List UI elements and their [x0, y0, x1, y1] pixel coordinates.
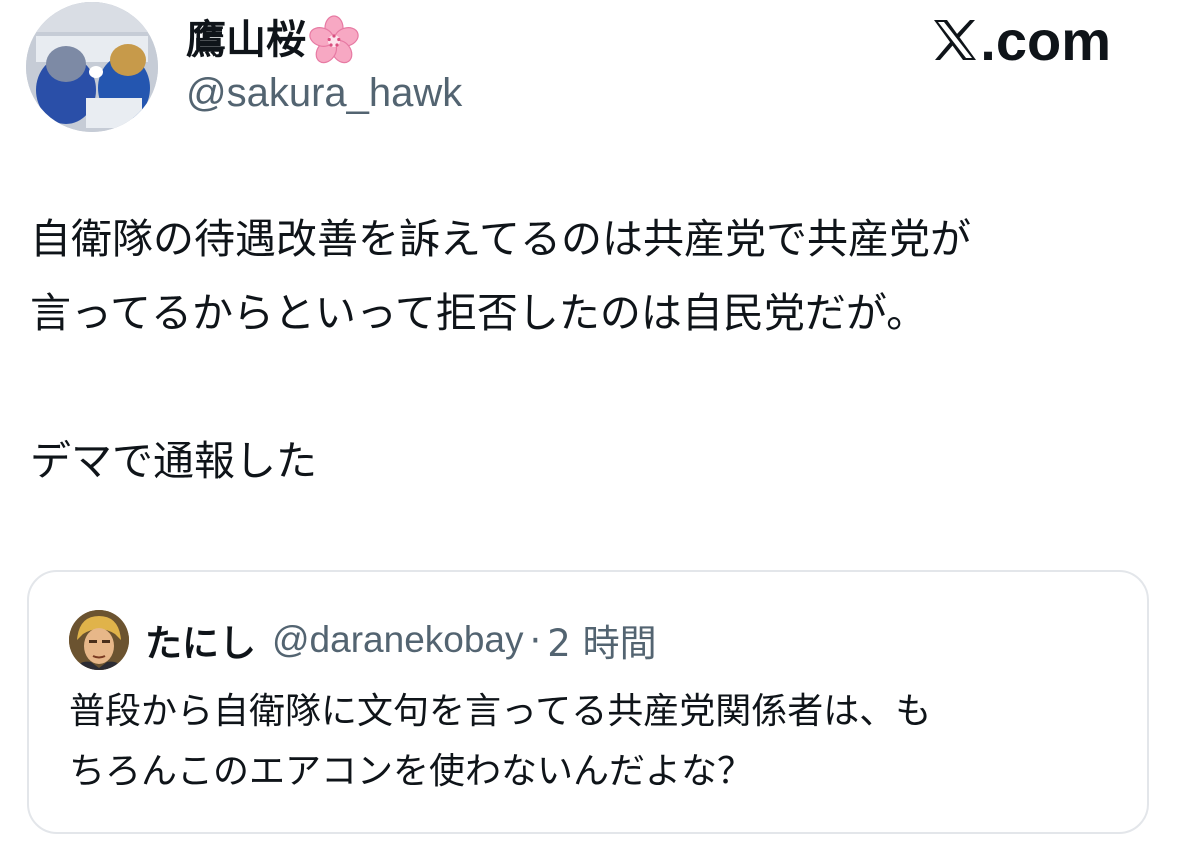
quoted-post-text: 普段から自衛隊に文句を言ってる共産党関係者は、も ちろんこのエアコンを使わないん…	[69, 682, 1129, 802]
avatar-image	[26, 2, 158, 132]
quoted-display-name[interactable]: たにし	[145, 613, 256, 667]
quoted-user-handle[interactable]: @daranekobay	[272, 619, 524, 661]
display-name-text: 鷹山桜	[186, 17, 306, 63]
post-text-line: 自衛隊の待遇改善を訴えてるのは共産党で共産党が	[30, 215, 971, 263]
display-name[interactable]: 鷹山桜	[186, 14, 360, 66]
x-logo-icon	[934, 20, 977, 60]
quoted-text-line: ちろんこのエアコンを使わないんだよな？	[69, 751, 754, 792]
quoted-post-header: たにし @daranekobay · 2 時間	[145, 614, 657, 666]
user-handle[interactable]: @sakura_hawk	[186, 68, 462, 118]
quoted-post-timestamp[interactable]: 2 時間	[547, 613, 656, 667]
post-text-line: デマで通報した	[30, 437, 317, 485]
post-text: 自衛隊の待遇改善を訴えてるのは共産党で共産党が 言ってるからといって拒否したのは…	[30, 202, 1150, 498]
cherry-blossom-icon	[309, 15, 359, 64]
brand-watermark: .com	[932, 8, 1111, 72]
quoted-text-line: 普段から自衛隊に文句を言ってる共産党関係者は、も	[69, 691, 932, 732]
quoted-post-card[interactable]: たにし @daranekobay · 2 時間 普段から自衛隊に文句を言ってる共…	[27, 570, 1149, 834]
meta-separator: ·	[529, 618, 542, 662]
post-text-line: 言ってるからといって拒否したのは自民党だが。	[30, 289, 928, 337]
profile-avatar[interactable]	[26, 2, 158, 132]
quoted-post-avatar[interactable]	[69, 610, 129, 670]
quoted-avatar-image	[69, 610, 129, 670]
brand-suffix: .com	[980, 8, 1111, 72]
